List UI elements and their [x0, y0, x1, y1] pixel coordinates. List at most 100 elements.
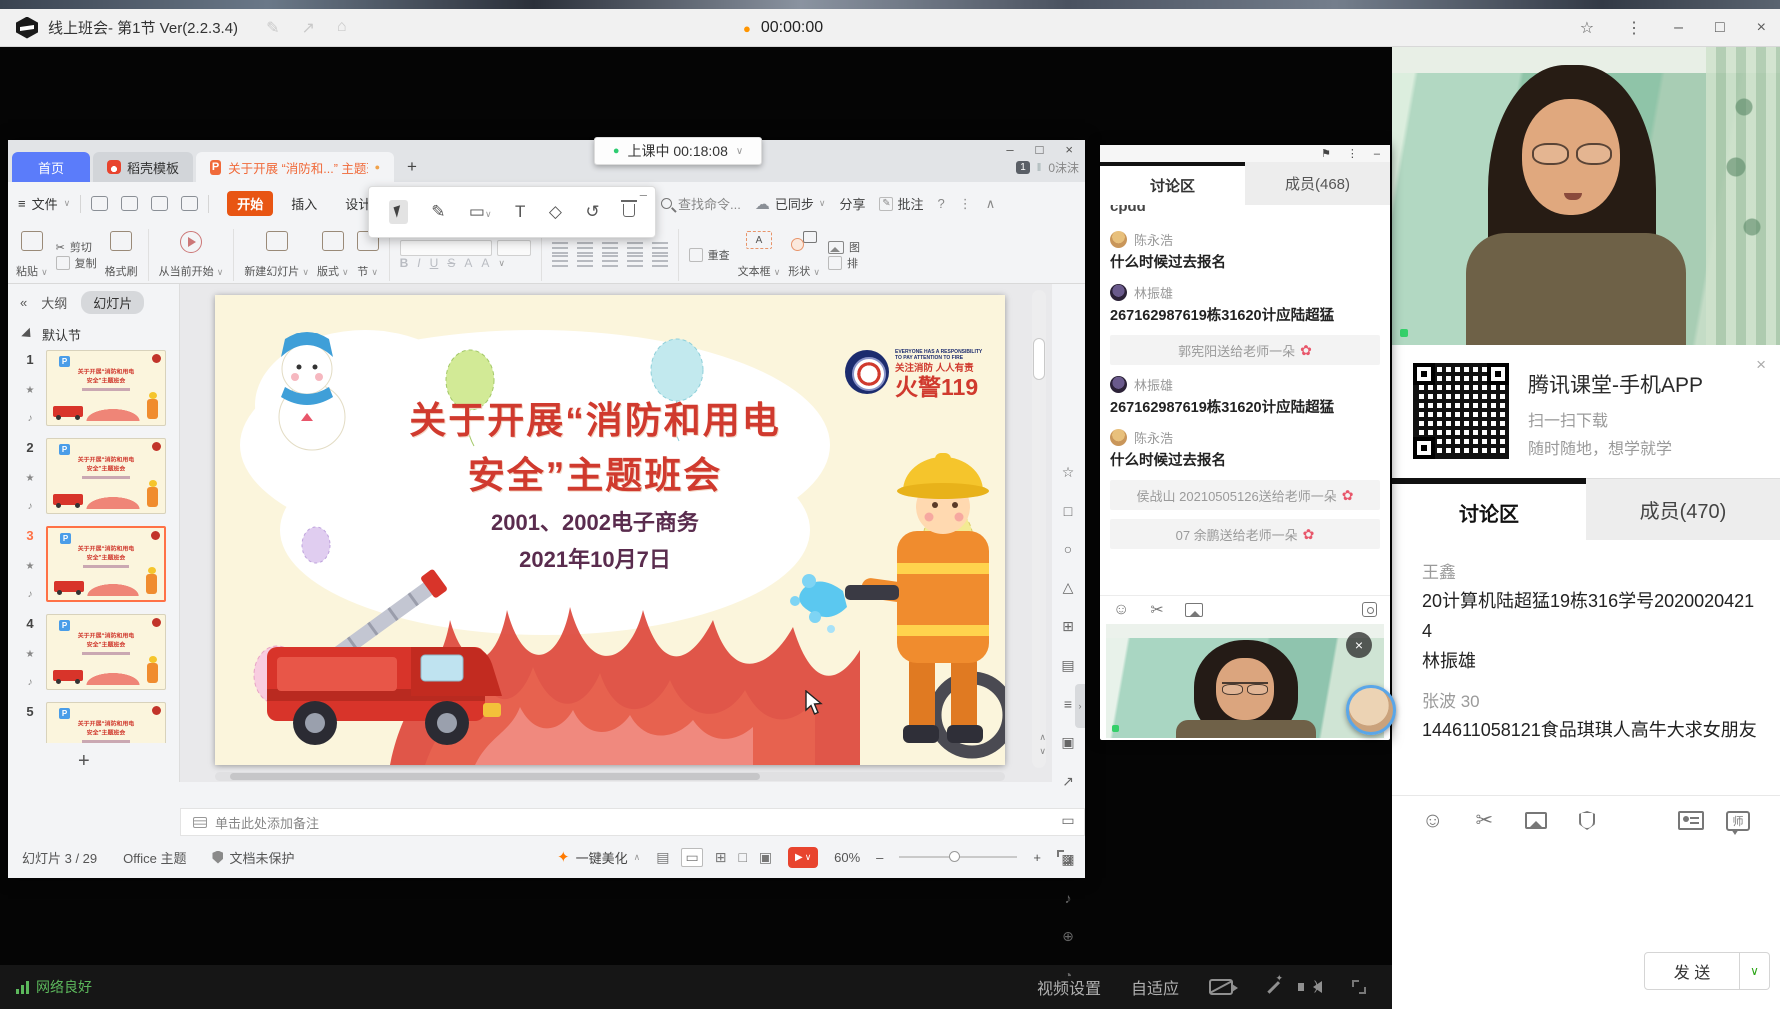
- align-right-icon[interactable]: [602, 255, 618, 268]
- wps-tab-home[interactable]: 首页: [12, 152, 90, 182]
- layout-button[interactable]: 版式 ∨: [317, 229, 349, 281]
- collapse-ribbon-icon[interactable]: ∧: [986, 196, 996, 212]
- align-icon[interactable]: ≡: [1064, 696, 1072, 712]
- section-triangle-icon[interactable]: [21, 327, 34, 340]
- shapes-button[interactable]: 形状 ∨: [788, 229, 820, 281]
- slide-thumbnail-4[interactable]: 4★♪ P关于开展“消防和用电安全”主题班会: [14, 614, 180, 690]
- text-tool-button[interactable]: T: [515, 202, 525, 222]
- strikethrough-button[interactable]: S: [447, 256, 455, 270]
- horizontal-scroll-thumb[interactable]: [230, 773, 760, 780]
- align-center-icon[interactable]: [577, 255, 593, 268]
- clear-all-button[interactable]: [623, 202, 635, 222]
- decrease-indent-icon[interactable]: [602, 242, 618, 255]
- send-button[interactable]: 发 送: [1644, 952, 1740, 990]
- grid-icon[interactable]: ⊞: [1062, 618, 1074, 635]
- font-name-select[interactable]: [400, 240, 492, 256]
- split-view-icon[interactable]: ▣: [759, 849, 772, 866]
- font-color-button[interactable]: A: [464, 256, 472, 270]
- outline-tab[interactable]: 大纲: [41, 293, 67, 312]
- screenshot-scissors-icon[interactable]: ✂: [1475, 808, 1493, 833]
- favorite-icon[interactable]: ☆: [1580, 18, 1594, 38]
- play-from-current-button[interactable]: 从当前开始 ∨: [159, 229, 224, 281]
- chat-tab-members[interactable]: 成员(468): [1245, 162, 1390, 205]
- cut-button[interactable]: ✂剪切: [56, 239, 97, 255]
- canvas-horizontal-scrollbar[interactable]: [215, 772, 1005, 781]
- view-menu-icon[interactable]: ▤: [656, 849, 669, 866]
- select-tool-button[interactable]: [389, 200, 408, 224]
- recheck-button[interactable]: 重查: [689, 247, 730, 263]
- home-icon[interactable]: ⌂: [337, 18, 347, 38]
- slide-canvas-area[interactable]: 关于开展“消防和用电 安全”主题班会 2001、2002电子商务 2021年10…: [180, 284, 1052, 782]
- increase-indent-icon[interactable]: [627, 242, 643, 255]
- history-icon[interactable]: ◔: [1064, 967, 1072, 983]
- align-left-icon[interactable]: [552, 255, 568, 268]
- current-slide[interactable]: 关于开展“消防和用电 安全”主题班会 2001、2002电子商务 2021年10…: [215, 295, 1005, 765]
- speaker-icon[interactable]: [1313, 981, 1322, 993]
- collaboration-status[interactable]: 1 ‖ 0沫沫: [1016, 159, 1079, 176]
- ribbon-kebab-icon[interactable]: ⋮: [959, 196, 972, 212]
- picture-button[interactable]: 图: [828, 239, 860, 255]
- effects-icon[interactable]: ☆: [1062, 464, 1075, 481]
- notes-bar[interactable]: 单击此处添加备注: [180, 808, 1085, 836]
- zoom-percentage[interactable]: 60%: [834, 850, 860, 865]
- zoom-out-button[interactable]: –: [876, 850, 883, 865]
- warning-icon[interactable]: △: [1063, 579, 1074, 596]
- slides-tab[interactable]: 幻灯片: [81, 291, 144, 314]
- send-options-chevron[interactable]: ∨: [1740, 952, 1770, 990]
- slideshow-play-button[interactable]: ▶ ∨: [788, 847, 818, 868]
- add-slide-button[interactable]: +: [78, 750, 90, 773]
- sync-status[interactable]: ☁ 已同步 ∨: [755, 194, 826, 213]
- text-direction-icon[interactable]: [652, 242, 668, 255]
- italic-button[interactable]: I: [417, 256, 420, 270]
- pin-icon[interactable]: ⚑: [1321, 147, 1331, 160]
- wps-maximize-button[interactable]: □: [1036, 142, 1044, 157]
- chart-icon[interactable]: ▤: [1061, 657, 1074, 674]
- collapse-panel-icon[interactable]: «: [20, 295, 27, 310]
- share-icon[interactable]: ↗: [301, 18, 314, 38]
- underline-button[interactable]: U: [430, 256, 439, 270]
- beauty-filter-icon[interactable]: [1263, 977, 1283, 997]
- canvas-vertical-scrollbar[interactable]: [1032, 290, 1046, 768]
- one-click-beautify-button[interactable]: ✦ 一键美化 ∧: [557, 848, 640, 867]
- new-tab-button[interactable]: +: [397, 152, 427, 182]
- screenshot-scissors-icon[interactable]: ✂: [1150, 600, 1163, 620]
- line-spacing-icon[interactable]: [652, 255, 668, 268]
- image-upload-icon[interactable]: [1525, 812, 1547, 829]
- help-icon[interactable]: ?: [938, 196, 945, 211]
- shape-tool-icon[interactable]: ○: [1064, 541, 1072, 557]
- slide-thumbnail-2[interactable]: 2★♪ P关于开展“消防和用电安全”主题班会: [14, 438, 180, 514]
- share-button[interactable]: 分享: [839, 194, 865, 213]
- image-upload-icon[interactable]: [1185, 603, 1203, 617]
- print-icon[interactable]: [151, 196, 168, 211]
- edit-icon[interactable]: ✎: [266, 18, 279, 38]
- format-painter-button[interactable]: 格式刷: [105, 229, 138, 281]
- font-size-select[interactable]: [497, 240, 531, 256]
- toolbar-minimize-button[interactable]: –: [640, 187, 647, 202]
- wps-close-button[interactable]: ×: [1065, 142, 1073, 157]
- bold-button[interactable]: B: [400, 256, 409, 270]
- scroll-down-icon[interactable]: ∨: [1039, 746, 1046, 757]
- panel-kebab-icon[interactable]: ⋮: [1347, 147, 1358, 160]
- fullscreen-icon[interactable]: [1352, 980, 1366, 994]
- comment-button[interactable]: ✎ 批注: [879, 194, 923, 213]
- maximize-button[interactable]: □: [1715, 19, 1725, 37]
- close-qr-icon[interactable]: ×: [1756, 355, 1766, 375]
- menu-kebab-icon[interactable]: ⋮: [1626, 18, 1642, 38]
- export-icon[interactable]: ↗: [1062, 773, 1074, 790]
- shape-tool-button[interactable]: ▭∨: [469, 202, 492, 222]
- zoom-slider[interactable]: [899, 856, 1017, 858]
- object-icon[interactable]: □: [1064, 503, 1072, 519]
- undo-tool-button[interactable]: ↺: [585, 202, 599, 222]
- wps-tab-document[interactable]: P 关于开展 “消防和...” 主题班会PPT ●: [196, 152, 394, 182]
- preview-icon[interactable]: [181, 196, 198, 211]
- placeholder-icon[interactable]: ▭: [1061, 812, 1074, 829]
- member-card-icon[interactable]: [1678, 811, 1704, 830]
- file-menu[interactable]: ≡ 文件 ∨: [18, 194, 70, 213]
- bullet-list-icon[interactable]: [552, 242, 568, 255]
- raised-hand-avatar[interactable]: [1346, 685, 1396, 735]
- panel-minimize-icon[interactable]: –: [1374, 148, 1380, 160]
- close-button[interactable]: ×: [1757, 19, 1766, 37]
- slide-thumbnail-1[interactable]: 1★♪ P关于开展“消防和用电安全”主题班会: [14, 350, 180, 426]
- normal-view-icon[interactable]: ▭: [681, 848, 702, 867]
- emoji-icon[interactable]: ☺: [1113, 601, 1129, 619]
